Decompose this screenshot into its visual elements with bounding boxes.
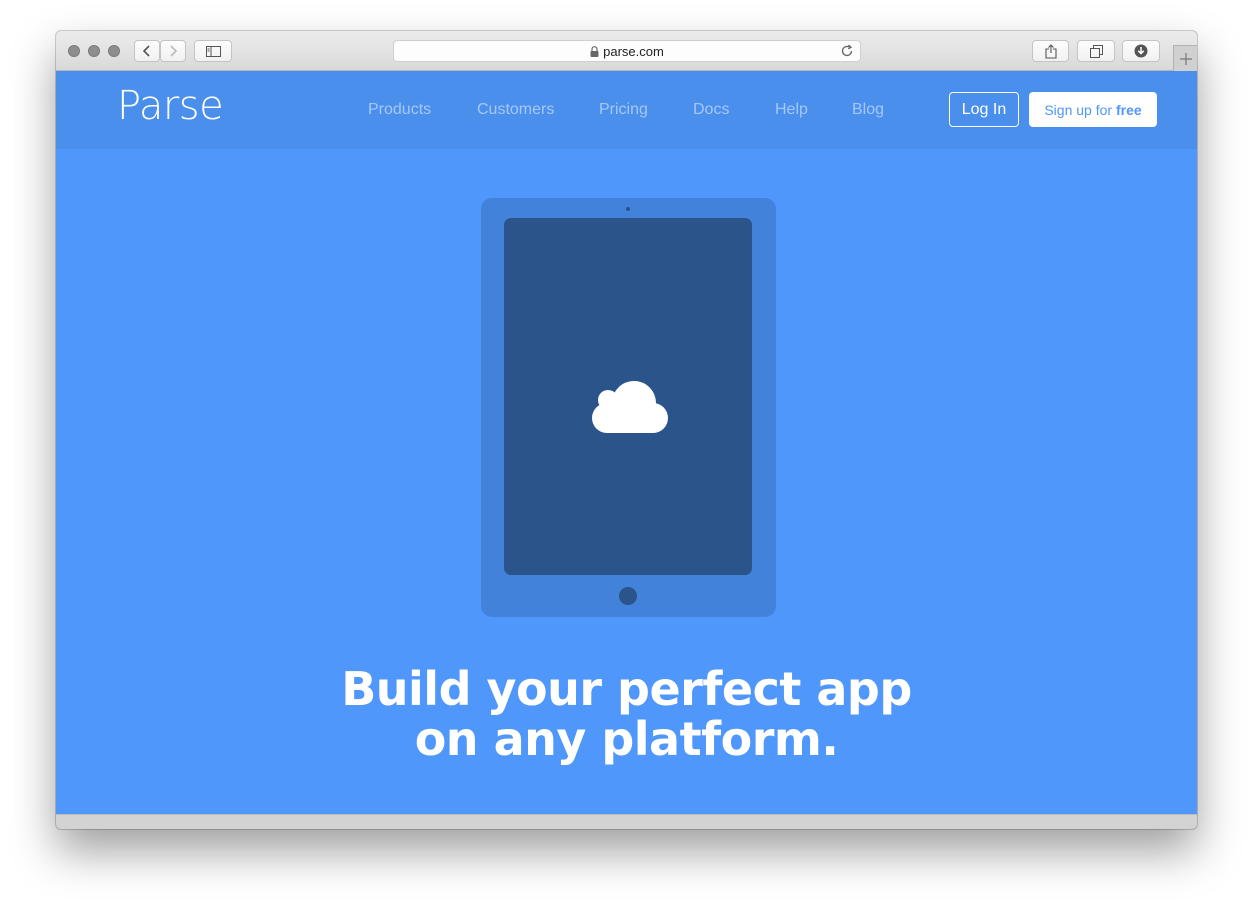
chevron-left-icon xyxy=(142,45,150,57)
reload-icon[interactable] xyxy=(840,44,854,58)
tablet-illustration xyxy=(481,198,776,617)
minimize-dot[interactable] xyxy=(88,45,100,57)
tablet-screen xyxy=(504,218,752,575)
zoom-dot[interactable] xyxy=(108,45,120,57)
url-text: parse.com xyxy=(603,43,664,59)
nav-link-docs[interactable]: Docs xyxy=(693,101,729,119)
tablet-home-button xyxy=(619,587,637,605)
parse-logo[interactable]: Parse xyxy=(117,83,224,129)
sidebar-icon xyxy=(205,45,221,57)
headline-line-1: Build your perfect app xyxy=(341,662,912,716)
share-button[interactable] xyxy=(1032,40,1069,62)
plus-icon xyxy=(1179,52,1192,65)
tablet-camera xyxy=(626,207,630,211)
tabs-icon xyxy=(1089,44,1103,58)
browser-window: parse.com Parse Products Customers Prici… xyxy=(56,31,1197,829)
new-tab-button[interactable] xyxy=(1173,45,1197,71)
hero-headline: Build your perfect app on any platform. xyxy=(56,664,1197,764)
sign-up-free-label: free xyxy=(1115,101,1142,118)
sign-up-label: Sign up for xyxy=(1044,101,1116,118)
close-dot[interactable] xyxy=(68,45,80,57)
back-button[interactable] xyxy=(134,40,160,62)
download-icon xyxy=(1134,44,1148,58)
lock-icon xyxy=(590,45,599,57)
page-content: Parse Products Customers Pricing Docs He… xyxy=(56,71,1197,814)
browser-bottom-bar xyxy=(56,814,1197,829)
nav-link-products[interactable]: Products xyxy=(368,101,431,119)
nav-link-blog[interactable]: Blog xyxy=(852,101,884,119)
log-in-button[interactable]: Log In xyxy=(949,92,1019,127)
browser-toolbar: parse.com xyxy=(56,31,1197,71)
cloud-icon xyxy=(592,381,668,433)
forward-button[interactable] xyxy=(160,40,186,62)
nav-link-customers[interactable]: Customers xyxy=(477,101,554,119)
sidebar-button[interactable] xyxy=(194,40,232,62)
tabs-button[interactable] xyxy=(1077,40,1115,62)
chevron-right-icon xyxy=(170,45,178,57)
downloads-button[interactable] xyxy=(1122,40,1160,62)
nav-link-pricing[interactable]: Pricing xyxy=(599,101,648,119)
site-header: Parse Products Customers Pricing Docs He… xyxy=(56,71,1197,149)
nav-link-help[interactable]: Help xyxy=(775,101,808,119)
share-icon xyxy=(1044,43,1057,59)
address-bar[interactable]: parse.com xyxy=(393,40,861,62)
headline-line-2: on any platform. xyxy=(414,712,839,766)
sign-up-button[interactable]: Sign up for free xyxy=(1029,92,1157,127)
